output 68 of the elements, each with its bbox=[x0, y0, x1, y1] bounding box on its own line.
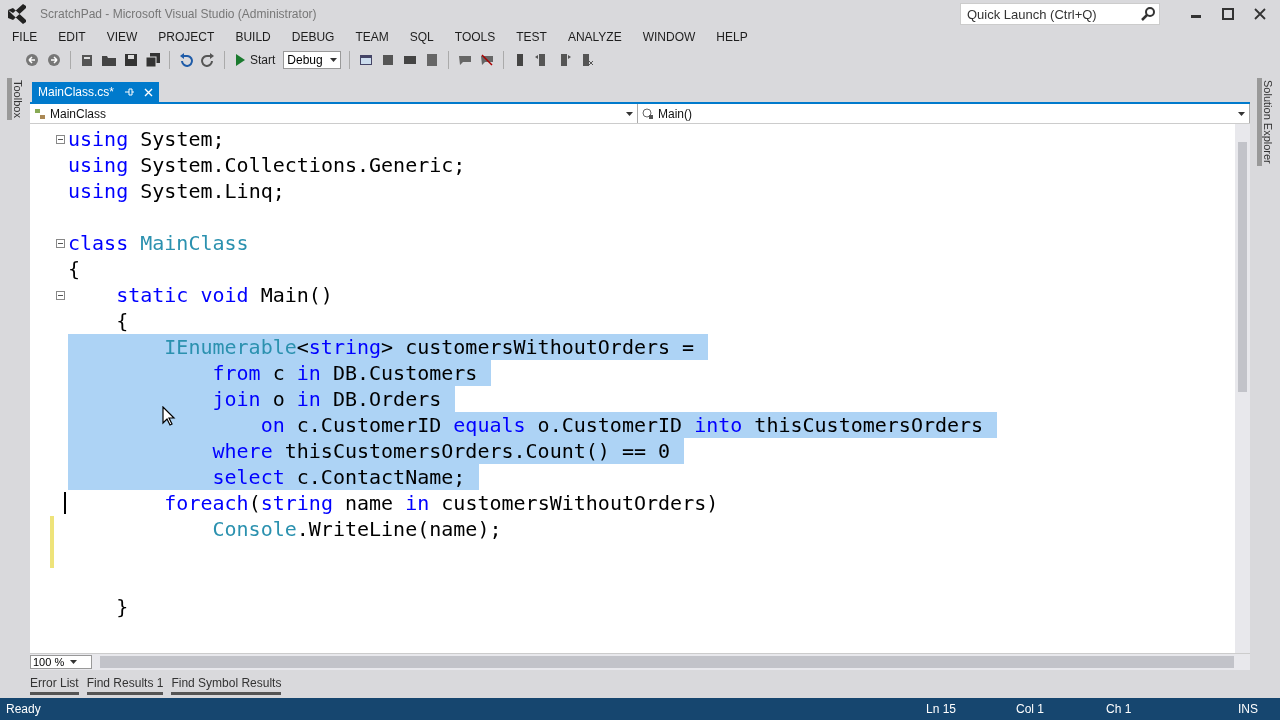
menu-item[interactable]: FILE bbox=[4, 30, 46, 44]
menu-item[interactable]: DEBUG bbox=[283, 30, 343, 44]
new-project-icon[interactable] bbox=[79, 52, 95, 68]
status-message: Ready bbox=[6, 702, 42, 716]
redo-icon[interactable] bbox=[200, 52, 216, 68]
tool-window-tab[interactable]: Error List bbox=[30, 673, 79, 695]
code-line: using System.Linq; bbox=[68, 178, 285, 204]
code-line: static void Main() bbox=[115, 282, 333, 308]
menu-item[interactable]: SQL bbox=[401, 30, 442, 44]
class-icon bbox=[34, 107, 46, 120]
side-panel-tab[interactable]: Toolbox bbox=[6, 78, 24, 120]
start-button[interactable]: Start bbox=[233, 53, 278, 67]
character-number: Ch 1 bbox=[1106, 702, 1133, 716]
dropdown-arrow-icon bbox=[330, 58, 338, 62]
configuration-dropdown[interactable]: Debug bbox=[283, 51, 342, 69]
column-number: Col 1 bbox=[1016, 702, 1045, 716]
menu-item[interactable]: EDIT bbox=[50, 30, 94, 44]
mouse-pointer-icon bbox=[162, 406, 176, 426]
window-title: ScratchPad - Microsoft Visual Studio (Administrator) bbox=[40, 7, 318, 21]
forward-icon[interactable] bbox=[46, 52, 62, 68]
menu-item[interactable]: TOOLS bbox=[446, 30, 504, 44]
menu-item[interactable]: BUILD bbox=[227, 30, 279, 44]
dropdown-arrow-icon bbox=[626, 111, 633, 116]
code-line: } bbox=[115, 594, 129, 620]
maximize-icon[interactable] bbox=[1222, 8, 1234, 20]
dropdown-arrow-icon bbox=[70, 660, 78, 664]
code-line: { bbox=[115, 308, 129, 334]
search-icon bbox=[1141, 7, 1155, 21]
text-caret bbox=[64, 492, 66, 514]
tool-window-tab[interactable]: Find Symbol Results bbox=[171, 673, 282, 695]
code-line: foreach(string name in customersWithoutOrders) bbox=[163, 490, 719, 516]
zoom-dropdown[interactable]: 100 % bbox=[30, 655, 92, 669]
code-line: Console.WriteLine(name); bbox=[211, 516, 502, 542]
back-icon[interactable] bbox=[24, 52, 40, 68]
menu-item[interactable]: TEST bbox=[508, 30, 555, 44]
quick-launch-field[interactable]: Quick Launch (Ctrl+Q) bbox=[960, 3, 1160, 25]
menu-item[interactable]: ANALYZE bbox=[559, 30, 630, 44]
uncomment-icon[interactable] bbox=[479, 52, 496, 68]
code-line: using System.Collections.Generic; bbox=[68, 152, 466, 178]
collapse-icon[interactable] bbox=[56, 290, 65, 300]
line-number: Ln 15 bbox=[926, 702, 958, 716]
dropdown-arrow-icon bbox=[1238, 111, 1245, 116]
side-panel-tab[interactable]: Solution Explorer bbox=[1256, 78, 1274, 166]
menu-item[interactable]: HELP bbox=[708, 30, 756, 44]
menu-item[interactable]: VIEW bbox=[98, 30, 146, 44]
horizontal-scrollbar[interactable] bbox=[100, 656, 1234, 668]
collapse-icon[interactable] bbox=[56, 134, 65, 144]
collapse-icon[interactable] bbox=[56, 238, 65, 248]
code-line: { bbox=[68, 256, 81, 282]
document-tab[interactable]: MainClass.cs* bbox=[32, 82, 160, 102]
menu-item[interactable]: WINDOW bbox=[634, 30, 704, 44]
pin-icon[interactable] bbox=[124, 87, 135, 97]
save-icon[interactable] bbox=[123, 52, 139, 68]
browser-icon[interactable] bbox=[358, 52, 375, 68]
play-icon bbox=[235, 54, 245, 66]
type-dropdown[interactable]: MainClass bbox=[30, 104, 638, 123]
insert-mode: INS bbox=[1238, 702, 1259, 716]
code-line: class MainClass bbox=[68, 230, 249, 256]
save-all-icon[interactable] bbox=[145, 52, 161, 68]
menu-item[interactable]: TEAM bbox=[347, 30, 397, 44]
member-dropdown[interactable]: Main() bbox=[638, 104, 1250, 123]
code-line: using System; bbox=[68, 126, 225, 152]
method-icon bbox=[642, 107, 654, 120]
close-icon[interactable] bbox=[1254, 8, 1266, 20]
undo-icon[interactable] bbox=[178, 52, 194, 68]
tool-window-tab[interactable]: Find Results 1 bbox=[86, 673, 164, 695]
vertical-scrollbar[interactable] bbox=[1235, 124, 1250, 653]
menu-item[interactable]: PROJECT bbox=[150, 30, 223, 44]
